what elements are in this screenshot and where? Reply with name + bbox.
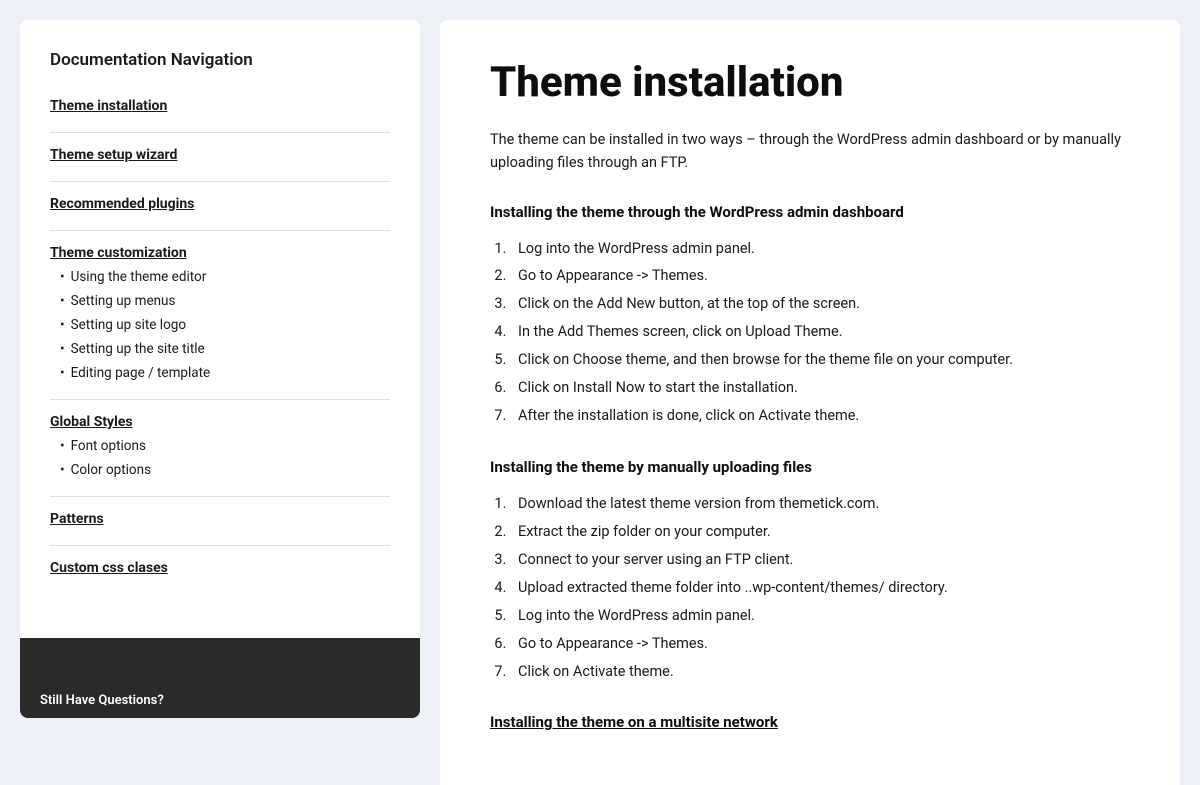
list-item: After the installation is done, click on… [510, 402, 1130, 430]
list-item: Upload extracted theme folder into ..wp-… [510, 574, 1130, 602]
list-item: Go to Appearance -> Themes. [510, 630, 1130, 658]
page-wrapper: Documentation Navigation Theme installat… [0, 0, 1200, 785]
section-heading-multisite: Installing the theme on a multisite netw… [490, 713, 1130, 731]
list-item: Download the latest theme version from t… [510, 490, 1130, 518]
sidebar-with-preview: Documentation Navigation Theme installat… [20, 20, 420, 785]
sidebar-title: Documentation Navigation [50, 50, 390, 70]
main-section-admin-dashboard: Installing the theme through the WordPre… [490, 203, 1130, 430]
bottom-preview: Still Have Questions? [20, 638, 420, 718]
nav-sub-item[interactable]: Editing page / template [50, 361, 390, 385]
nav-section-recommended-plugins: Recommended plugins [50, 196, 390, 231]
bottom-preview-text: Still Have Questions? [40, 693, 164, 708]
sidebar-nav: Theme installation Theme setup wizard Reco… [50, 98, 390, 594]
list-item: Click on Install Now to start the instal… [510, 374, 1130, 402]
list-item: Click on Choose theme, and then browse f… [510, 346, 1130, 374]
nav-link-recommended-plugins[interactable]: Recommended plugins [50, 196, 390, 212]
nav-sub-item[interactable]: Setting up menus [50, 289, 390, 313]
list-item: Log into the WordPress admin panel. [510, 602, 1130, 630]
sidebar: Documentation Navigation Theme installat… [20, 20, 420, 638]
main-section-multisite: Installing the theme on a multisite netw… [490, 713, 1130, 731]
section-heading-manually-uploading: Installing the theme by manually uploadi… [490, 458, 1130, 476]
section-list-manually-uploading: Download the latest theme version from t… [490, 490, 1130, 685]
nav-link-theme-setup-wizard[interactable]: Theme setup wizard [50, 147, 390, 163]
nav-section-theme-customization: Theme customization Using the theme edito… [50, 245, 390, 400]
nav-link-global-styles[interactable]: Global Styles [50, 414, 390, 430]
nav-sub-item[interactable]: Using the theme editor [50, 265, 390, 289]
list-item: Click on Activate theme. [510, 658, 1130, 686]
intro-text: The theme can be installed in two ways –… [490, 128, 1130, 174]
nav-section-theme-setup-wizard: Theme setup wizard [50, 147, 390, 182]
list-item: Click on the Add New button, at the top … [510, 290, 1130, 318]
nav-link-theme-installation[interactable]: Theme installation [50, 98, 390, 114]
nav-section-custom-css-classes: Custom css clases [50, 560, 390, 594]
nav-sub-item[interactable]: Color options [50, 458, 390, 482]
nav-link-patterns[interactable]: Patterns [50, 511, 390, 527]
nav-section-patterns: Patterns [50, 511, 390, 546]
main-content: Theme installation The theme can be inst… [440, 20, 1180, 785]
nav-section-global-styles: Global Styles Font optionsColor options [50, 414, 390, 497]
nav-link-theme-customization[interactable]: Theme customization [50, 245, 390, 261]
section-heading-admin-dashboard: Installing the theme through the WordPre… [490, 203, 1130, 221]
section-list-admin-dashboard: Log into the WordPress admin panel.Go to… [490, 235, 1130, 430]
list-item: Connect to your server using an FTP clie… [510, 546, 1130, 574]
list-item: Extract the zip folder on your computer. [510, 518, 1130, 546]
main-sections: Installing the theme through the WordPre… [490, 203, 1130, 732]
nav-sub-item[interactable]: Setting up site logo [50, 313, 390, 337]
list-item: Go to Appearance -> Themes. [510, 262, 1130, 290]
list-item: Log into the WordPress admin panel. [510, 235, 1130, 263]
nav-sub-item[interactable]: Setting up the site title [50, 337, 390, 361]
nav-sub-item[interactable]: Font options [50, 434, 390, 458]
list-item: In the Add Themes screen, click on Uploa… [510, 318, 1130, 346]
main-section-manually-uploading: Installing the theme by manually uploadi… [490, 458, 1130, 685]
nav-link-custom-css-classes[interactable]: Custom css clases [50, 560, 390, 576]
nav-section-theme-installation: Theme installation [50, 98, 390, 133]
page-title: Theme installation [490, 60, 1130, 106]
